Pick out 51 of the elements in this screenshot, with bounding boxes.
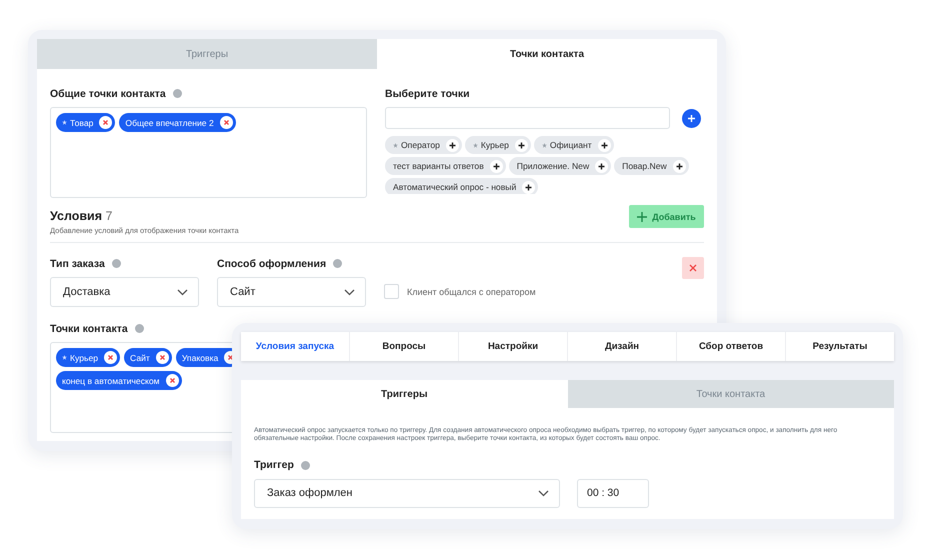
checkbox-label: Клиент общался с оператором [407, 286, 536, 296]
chevron-down-icon [344, 288, 355, 296]
option-chip[interactable]: Курьер [464, 136, 531, 154]
field-label: Точки контакта [50, 322, 128, 334]
option-chip[interactable]: Официант [534, 136, 614, 154]
checkbox[interactable] [384, 284, 399, 299]
dropdown[interactable]: Сайт [217, 277, 366, 307]
field-label: Триггер [254, 459, 294, 472]
field-label: Общие точки контакта [50, 88, 166, 100]
add-icon[interactable] [514, 138, 528, 152]
add-icon[interactable] [595, 160, 608, 172]
add-icon[interactable] [446, 138, 459, 152]
add-button[interactable] [682, 108, 701, 128]
add-icon[interactable] [490, 160, 503, 172]
option-chip[interactable]: Автоматический опрос - новый [385, 178, 538, 194]
delete-button[interactable] [682, 257, 704, 279]
search-field[interactable] [385, 107, 670, 129]
time-field[interactable]: 00 : 30 [577, 478, 649, 508]
field-label: Тип заказа [50, 258, 105, 270]
chevron-down-icon [177, 288, 188, 296]
nav-tab[interactable]: Вопросы [349, 332, 458, 361]
selected-chip[interactable]: конец в автоматическом [56, 371, 182, 390]
add-icon[interactable] [598, 138, 611, 152]
remove-icon[interactable] [220, 116, 233, 129]
selected-chip[interactable]: Курьер [56, 348, 120, 367]
field-label: Выберите точки [385, 88, 470, 100]
add-icon[interactable] [672, 160, 686, 172]
option-chip[interactable]: тест варианты ответов [385, 157, 506, 175]
dropdown[interactable]: Заказ оформлен [254, 478, 560, 508]
selected-chip[interactable]: Общее впечатление 2 [119, 113, 236, 132]
remove-icon[interactable] [166, 374, 179, 387]
option-chip[interactable]: Оператор [385, 136, 462, 154]
remove-icon[interactable] [156, 351, 169, 364]
nav-tab[interactable]: Результаты [785, 332, 894, 361]
chevron-down-icon [538, 490, 549, 497]
selected-chip[interactable]: Товар [56, 113, 116, 132]
nav-tab[interactable]: Настройки [458, 332, 567, 361]
remove-icon[interactable] [104, 351, 118, 364]
option-chip[interactable]: Повар.New [614, 157, 689, 175]
plus-icon [637, 212, 648, 222]
chip-field[interactable]: Товар Общее впечатление 2 [50, 107, 367, 198]
nav-tab[interactable]: Сбор ответов [676, 332, 785, 361]
option-chip[interactable]: Приложение. New [508, 157, 612, 175]
nav-tab[interactable]: Дизайн [567, 332, 676, 361]
selected-chip[interactable]: Сайт [124, 348, 172, 367]
section-title: Условия 7 [50, 209, 114, 223]
add-icon[interactable] [522, 180, 536, 194]
dropdown[interactable]: Доставка [50, 277, 199, 307]
field-label: Способ оформления [217, 258, 326, 270]
close-icon [689, 264, 697, 272]
remove-icon[interactable] [99, 116, 112, 129]
